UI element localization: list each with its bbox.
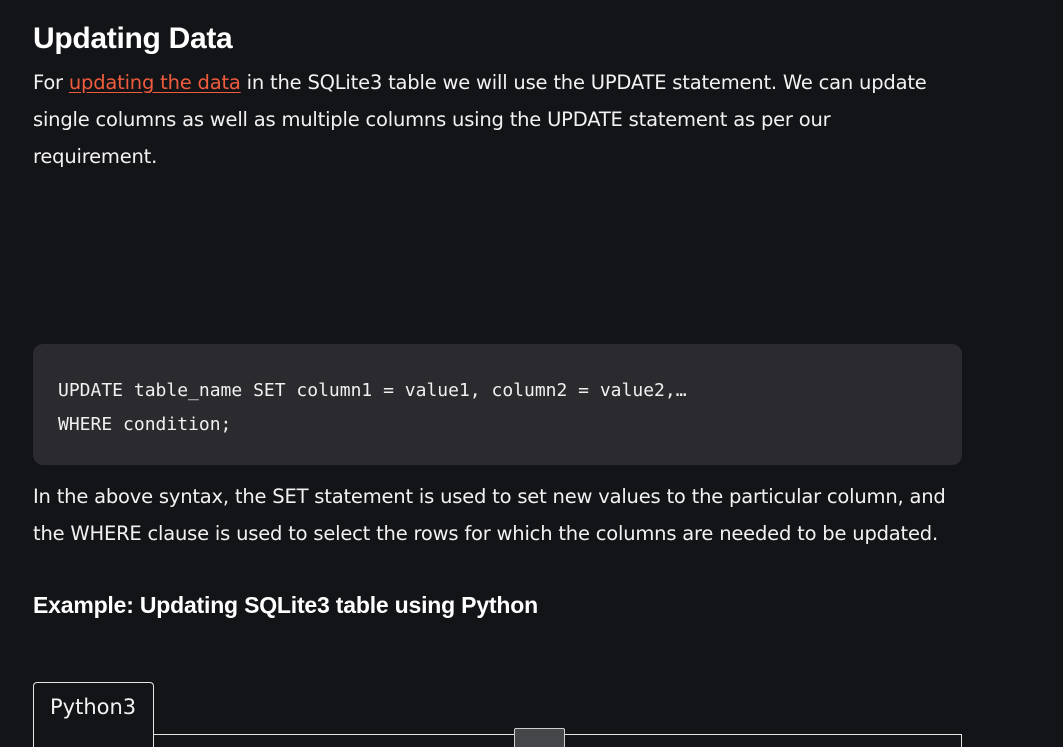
code-line: UPDATE table_name SET column1 = value1, …: [58, 380, 687, 401]
intro-prefix: For: [33, 71, 69, 94]
section-heading: Updating Data: [33, 22, 233, 55]
tab-python3[interactable]: Python3: [33, 682, 154, 747]
updating-data-link[interactable]: updating the data: [69, 71, 241, 94]
code-panel-handle[interactable]: [514, 728, 565, 747]
intro-paragraph: For updating the data in the SQLite3 tab…: [33, 64, 958, 175]
code-line: WHERE condition;: [58, 414, 232, 435]
example-heading: Example: Updating SQLite3 table using Py…: [33, 592, 538, 618]
code-tab-panel: [33, 734, 962, 747]
syntax-code-block[interactable]: UPDATE table_name SET column1 = value1, …: [33, 344, 962, 465]
syntax-explanation: In the above syntax, the SET statement i…: [33, 485, 946, 545]
